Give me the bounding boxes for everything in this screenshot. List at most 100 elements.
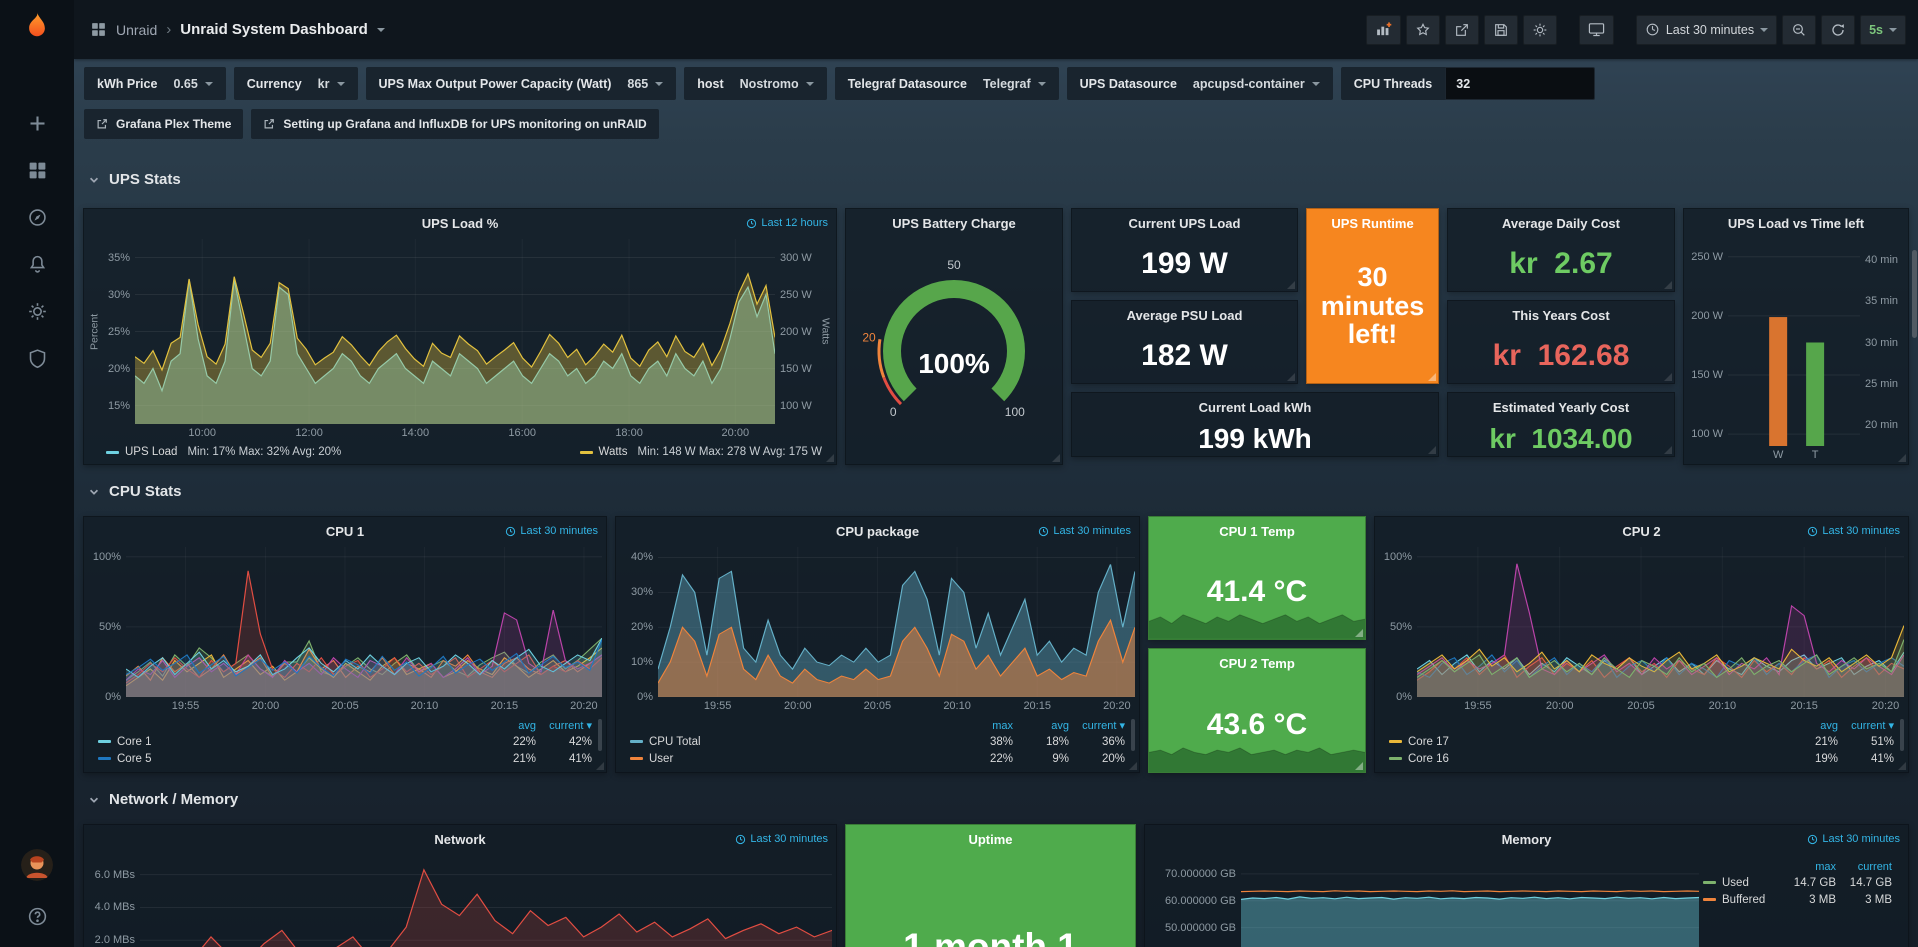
legend-item[interactable]: Buffered3 MB3 MB: [1703, 891, 1892, 908]
legend-series-name[interactable]: Buffered: [1703, 894, 1780, 906]
legend-item[interactable]: Core 521%41%: [98, 750, 592, 767]
zoom-out-time-button[interactable]: [1782, 15, 1816, 45]
chart-plot[interactable]: [140, 855, 832, 947]
refresh-interval-dropdown[interactable]: 5s: [1860, 15, 1906, 45]
legend-scrollbar[interactable]: [1900, 719, 1904, 751]
legend-column-header[interactable]: avg: [480, 720, 536, 732]
chart-plot[interactable]: [135, 239, 775, 424]
panel-title[interactable]: CPU 1: [326, 524, 364, 539]
section-ups-stats[interactable]: UPS Stats: [88, 171, 181, 188]
chart-plot[interactable]: [1728, 239, 1860, 446]
legend-column-header[interactable]: current ▾: [1838, 719, 1894, 732]
panel-timerange-link[interactable]: Last 30 minutes: [735, 833, 828, 845]
panel-title[interactable]: UPS Load vs Time left: [1728, 216, 1864, 231]
explore-icon[interactable]: [26, 206, 48, 228]
legend-scrollbar[interactable]: [1131, 719, 1135, 751]
legend-series-name[interactable]: CPU Total: [630, 736, 957, 748]
chart-plot[interactable]: [126, 547, 602, 697]
panel-title[interactable]: CPU 2: [1622, 524, 1660, 539]
create-icon[interactable]: [26, 112, 48, 134]
share-dashboard-button[interactable]: [1445, 15, 1479, 45]
legend-item[interactable]: WattsMin: 148 W Max: 278 W Avg: 175 W: [580, 446, 822, 458]
panel-title[interactable]: Uptime: [968, 832, 1012, 847]
panel-title[interactable]: Current UPS Load: [1129, 216, 1241, 231]
dashboard-grid-icon[interactable]: [90, 21, 107, 38]
legend-column-header[interactable]: max: [957, 720, 1013, 732]
dashboards-icon[interactable]: [26, 159, 48, 181]
variable-value[interactable]: 0.65: [173, 77, 212, 91]
panel-title[interactable]: Current Load kWh: [1199, 400, 1312, 415]
legend-series-name[interactable]: Core 17: [1389, 736, 1782, 748]
panel-timerange-link[interactable]: Last 30 minutes: [1807, 525, 1900, 537]
variable-value[interactable]: Telegraf: [983, 77, 1046, 91]
variable-currency[interactable]: Currency kr: [234, 67, 358, 100]
panel-title[interactable]: Memory: [1502, 832, 1552, 847]
legend-series-name[interactable]: User: [630, 753, 957, 765]
section-cpu-stats[interactable]: CPU Stats: [88, 483, 182, 500]
configuration-icon[interactable]: [26, 300, 48, 322]
tv-mode-button[interactable]: [1579, 15, 1614, 45]
legend-series-name[interactable]: Watts: [599, 446, 628, 458]
panel-title[interactable]: CPU package: [836, 524, 919, 539]
legend-series-name[interactable]: Used: [1703, 877, 1780, 889]
legend-series-name[interactable]: Core 5: [98, 753, 480, 765]
legend-item[interactable]: Used14.7 GB14.7 GB: [1703, 874, 1892, 891]
legend-item[interactable]: CPU Total38%18%36%: [630, 733, 1125, 750]
variable-kwh-price[interactable]: kWh Price 0.65: [84, 67, 226, 100]
panel-title[interactable]: CPU 1 Temp: [1219, 524, 1295, 539]
panel-timerange-link[interactable]: Last 30 minutes: [1038, 525, 1131, 537]
help-icon[interactable]: [26, 905, 48, 927]
panel-title[interactable]: CPU 2 Temp: [1219, 656, 1295, 671]
panel-timerange-link[interactable]: Last 30 minutes: [505, 525, 598, 537]
dashboard-settings-button[interactable]: [1523, 15, 1557, 45]
panel-title[interactable]: Network: [434, 832, 485, 847]
legend-scrollbar[interactable]: [598, 719, 602, 751]
panel-title[interactable]: This Years Cost: [1512, 308, 1609, 323]
legend-series-name[interactable]: Core 1: [98, 736, 480, 748]
chart-plot[interactable]: [1417, 547, 1904, 697]
legend-column-header[interactable]: current ▾: [536, 719, 592, 732]
cpu-threads-input[interactable]: [1445, 67, 1595, 100]
variable-ups-datasource[interactable]: UPS Datasource apcupsd-container: [1067, 67, 1333, 100]
refresh-button[interactable]: [1821, 15, 1855, 45]
section-network-memory[interactable]: Network / Memory: [88, 791, 238, 808]
panel-title[interactable]: UPS Battery Charge: [892, 216, 1016, 231]
legend-column-header[interactable]: avg: [1013, 720, 1069, 732]
legend-item[interactable]: Core 1721%51%: [1389, 733, 1894, 750]
variable-value[interactable]: kr: [318, 77, 345, 91]
time-range-picker[interactable]: Last 30 minutes: [1636, 15, 1777, 45]
breadcrumb-title[interactable]: Unraid System Dashboard: [180, 21, 368, 38]
variable-value[interactable]: 865: [627, 77, 663, 91]
panel-title[interactable]: Average PSU Load: [1127, 308, 1243, 323]
avatar[interactable]: [21, 849, 53, 881]
link-ups-monitoring-guide[interactable]: Setting up Grafana and InfluxDB for UPS …: [251, 109, 658, 139]
panel-title[interactable]: UPS Runtime: [1331, 216, 1413, 231]
legend-column-header[interactable]: max: [1780, 861, 1836, 873]
server-admin-icon[interactable]: [26, 347, 48, 369]
grafana-logo-icon[interactable]: [19, 10, 55, 46]
variable-host[interactable]: host Nostromo: [684, 67, 826, 100]
variable-ups-max-output[interactable]: UPS Max Output Power Capacity (Watt) 865: [366, 67, 677, 100]
chevron-down-icon[interactable]: [377, 28, 385, 32]
star-dashboard-button[interactable]: [1406, 15, 1440, 45]
legend-column-header[interactable]: current: [1836, 861, 1892, 873]
chart-plot[interactable]: [658, 547, 1135, 697]
legend-series-name[interactable]: UPS Load: [125, 446, 177, 458]
legend-item[interactable]: UPS LoadMin: 17% Max: 32% Avg: 20%: [106, 446, 341, 458]
legend-column-header[interactable]: avg: [1782, 720, 1838, 732]
legend-item[interactable]: Core 1619%41%: [1389, 750, 1894, 767]
legend-series-name[interactable]: Core 16: [1389, 753, 1782, 765]
legend-item[interactable]: Core 122%42%: [98, 733, 592, 750]
add-panel-button[interactable]: [1366, 15, 1401, 45]
alerting-icon[interactable]: [26, 253, 48, 275]
panel-title[interactable]: Estimated Yearly Cost: [1493, 400, 1629, 415]
legend-column-header[interactable]: current ▾: [1069, 719, 1125, 732]
panel-timerange-link[interactable]: Last 30 minutes: [1807, 833, 1900, 845]
panel-title[interactable]: UPS Load %: [422, 216, 499, 231]
panel-timerange-link[interactable]: Last 12 hours: [746, 217, 828, 229]
variable-value[interactable]: apcupsd-container: [1193, 77, 1320, 91]
variable-value[interactable]: Nostromo: [740, 77, 814, 91]
scrollbar-thumb[interactable]: [1912, 250, 1917, 338]
variable-telegraf-datasource[interactable]: Telegraf Datasource Telegraf: [835, 67, 1059, 100]
save-dashboard-button[interactable]: [1484, 15, 1518, 45]
